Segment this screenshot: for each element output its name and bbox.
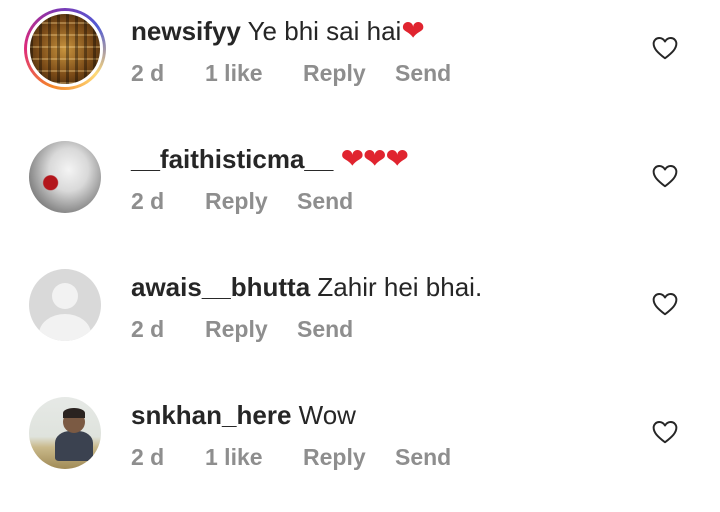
- send-button[interactable]: Send: [395, 58, 451, 88]
- comment-body: Ye bhi sai hai: [247, 16, 402, 46]
- send-button[interactable]: Send: [395, 442, 451, 472]
- send-button[interactable]: Send: [297, 186, 353, 216]
- heart-emoji: ❤❤❤: [340, 143, 409, 174]
- comment-text-line: awais__bhutta Zahir hei bhai.: [131, 270, 482, 304]
- comment-item: awais__bhutta Zahir hei bhai. 2 d Reply …: [0, 256, 720, 384]
- comment-meta: 2 d 1 like Reply Send: [131, 442, 451, 472]
- comment-item: __faithisticma__ ❤❤❤ 2 d Reply Send: [0, 128, 720, 256]
- avatar-story-ring[interactable]: [24, 8, 106, 90]
- comment-item: newsifyy Ye bhi sai hai❤ 2 d 1 like Repl…: [0, 0, 720, 128]
- username[interactable]: newsifyy: [131, 16, 241, 46]
- heart-outline-icon[interactable]: [652, 420, 678, 444]
- default-avatar-head: [52, 283, 78, 309]
- username[interactable]: snkhan_here: [131, 400, 291, 430]
- heart-outline-icon[interactable]: [652, 36, 678, 60]
- avatar-wrap[interactable]: [24, 392, 106, 474]
- username[interactable]: __faithisticma__: [131, 144, 333, 174]
- comment-text-line: __faithisticma__ ❤❤❤: [131, 142, 409, 176]
- likes-count[interactable]: 1 like: [205, 442, 303, 472]
- reply-button[interactable]: Reply: [205, 186, 297, 216]
- comment-item: snkhan_here Wow 2 d 1 like Reply Send: [0, 384, 720, 512]
- avatar-wrap[interactable]: [24, 136, 106, 218]
- heart-emoji: ❤: [401, 15, 424, 46]
- comment-text-line: newsifyy Ye bhi sai hai❤: [131, 14, 425, 48]
- username[interactable]: awais__bhutta: [131, 272, 310, 302]
- timestamp: 2 d: [131, 188, 165, 214]
- comment-body: Zahir hei bhai.: [317, 272, 483, 302]
- timestamp: 2 d: [131, 316, 165, 342]
- send-button[interactable]: Send: [297, 314, 353, 344]
- avatar-figure-body: [55, 431, 93, 461]
- avatar[interactable]: [27, 11, 103, 87]
- avatar[interactable]: [29, 397, 101, 469]
- comment-text-line: snkhan_here Wow: [131, 398, 356, 432]
- default-avatar-shoulders: [39, 314, 91, 341]
- avatar[interactable]: [29, 141, 101, 213]
- timestamp: 2 d: [131, 60, 165, 86]
- avatar-wrap[interactable]: [24, 264, 106, 346]
- comment-meta: 2 d 1 like Reply Send: [131, 58, 451, 88]
- reply-button[interactable]: Reply: [303, 442, 395, 472]
- comment-meta: 2 d Reply Send: [131, 314, 353, 344]
- likes-count[interactable]: 1 like: [205, 58, 303, 88]
- comment-body: Wow: [298, 400, 356, 430]
- timestamp: 2 d: [131, 444, 165, 470]
- comment-meta: 2 d Reply Send: [131, 186, 353, 216]
- avatar-figure-hair: [63, 408, 85, 418]
- avatar[interactable]: [29, 269, 101, 341]
- reply-button[interactable]: Reply: [303, 58, 395, 88]
- heart-outline-icon[interactable]: [652, 292, 678, 316]
- heart-outline-icon[interactable]: [652, 164, 678, 188]
- reply-button[interactable]: Reply: [205, 314, 297, 344]
